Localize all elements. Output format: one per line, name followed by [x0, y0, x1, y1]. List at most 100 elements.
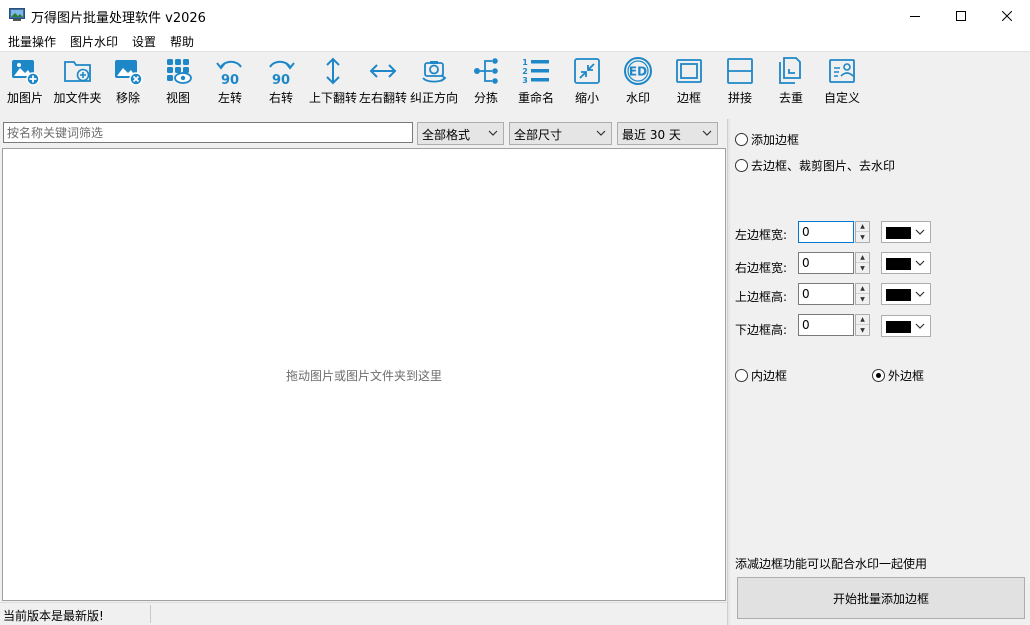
panel-hint: 添减边框功能可以配合水印一起使用 [735, 557, 928, 571]
filter-row: 全部格式 全部尺寸 最近 30 天 [0, 119, 728, 147]
toolbar: 加图片 加文件夹 移除 视图 90 左转 90 右转 上下翻转 左右翻转 纠正方… [0, 51, 1030, 118]
menu-settings[interactable]: 设置 [132, 33, 156, 50]
left-border-stepper[interactable]: ▲ ▼ [855, 221, 870, 243]
outer-border-radio[interactable]: 外边框 [872, 367, 924, 384]
bottom-border-stepper[interactable]: ▲ ▼ [855, 314, 870, 336]
stitch-icon [727, 58, 753, 84]
chevron-down-icon [488, 130, 498, 136]
size-select[interactable]: 全部尺寸 [509, 122, 612, 145]
mode-add-border-radio[interactable]: 添加边框 [735, 131, 799, 148]
chevron-down-icon [596, 130, 606, 136]
search-input[interactable] [3, 122, 413, 143]
bottom-border-color-picker[interactable] [881, 315, 931, 337]
correct-orientation-icon [422, 61, 447, 83]
chevron-down-icon [915, 229, 925, 235]
right-border-color-picker[interactable] [881, 252, 931, 274]
inner-border-radio[interactable]: 内边框 [735, 367, 787, 384]
rotate-left-icon: 90 [216, 60, 242, 86]
dedupe-icon [779, 57, 801, 84]
custom-button[interactable]: 自定义 [822, 52, 862, 112]
custom-icon [829, 59, 855, 83]
outer-border-label: 外边框 [888, 369, 925, 383]
mode-add-border-label: 添加边框 [751, 133, 800, 147]
close-button[interactable] [984, 0, 1030, 31]
radio-dot [735, 159, 748, 172]
left-border-label: 左边框宽: [735, 228, 788, 242]
rotate-right-button[interactable]: 90 右转 [261, 52, 301, 112]
left-border-input[interactable] [798, 221, 854, 243]
stitch-button[interactable]: 拼接 [720, 52, 760, 112]
top-border-stepper[interactable]: ▲ ▼ [855, 283, 870, 305]
shrink-icon [574, 58, 600, 84]
rename-list-icon: 1 2 3 [522, 58, 549, 85]
color-swatch [886, 227, 911, 239]
inner-border-label: 内边框 [751, 369, 788, 383]
svg-text:90: 90 [272, 73, 290, 86]
sort-button[interactable]: 分拣 [466, 52, 506, 112]
shrink-button[interactable]: 缩小 [567, 52, 607, 112]
remove-image-icon [115, 60, 143, 86]
title-bar: 万得图片批量处理软件 v2026 [0, 0, 1030, 31]
format-select-value: 全部格式 [422, 128, 471, 142]
svg-text:90: 90 [221, 73, 239, 86]
add-folder-button[interactable]: 加文件夹 [53, 52, 102, 112]
minimize-button[interactable] [892, 0, 938, 31]
watermark-button[interactable]: ED 水印 [618, 52, 658, 112]
sort-icon [474, 58, 498, 84]
maximize-button[interactable] [938, 0, 984, 31]
top-border-color-picker[interactable] [881, 283, 931, 305]
status-text: 当前版本是最新版! [3, 609, 104, 623]
border-button[interactable]: 边框 [669, 52, 709, 112]
left-border-color-picker[interactable] [881, 221, 931, 243]
start-batch-border-button[interactable]: 开始批量添加边框 [737, 577, 1025, 619]
menu-watermark[interactable]: 图片水印 [70, 33, 118, 50]
menu-help[interactable]: 帮助 [170, 33, 194, 50]
window-title: 万得图片批量处理软件 v2026 [31, 11, 206, 26]
bottom-border-input[interactable] [798, 314, 854, 336]
border-icon [676, 59, 702, 83]
add-folder-icon [63, 61, 91, 82]
view-grid-icon [167, 59, 192, 84]
image-drop-area[interactable]: 拖动图片或图片文件夹到这里 [2, 148, 726, 601]
mode-remove-border-radio[interactable]: 去边框、裁剪图片、去水印 [735, 157, 895, 174]
flip-horizontal-button[interactable]: 左右翻转 [359, 52, 407, 112]
correct-orientation-button[interactable]: 纠正方向 [410, 52, 458, 112]
rotate-right-icon: 90 [269, 60, 295, 86]
remove-button[interactable]: 移除 [108, 52, 148, 112]
svg-text:ED: ED [629, 65, 647, 79]
maximize-icon [956, 10, 966, 21]
radio-dot-selected [872, 369, 885, 382]
size-select-value: 全部尺寸 [514, 128, 563, 142]
date-select[interactable]: 最近 30 天 [617, 122, 718, 145]
radio-dot [735, 369, 748, 382]
chevron-down-icon [915, 323, 925, 329]
svg-text:1: 1 [522, 58, 528, 67]
flip-horizontal-icon [369, 64, 397, 78]
rotate-left-button[interactable]: 90 左转 [210, 52, 250, 112]
radio-dot [735, 133, 748, 146]
rename-button[interactable]: 1 2 3 重命名 [516, 52, 556, 112]
right-border-stepper[interactable]: ▲ ▼ [855, 252, 870, 274]
color-swatch [886, 289, 911, 301]
svg-text:3: 3 [522, 76, 528, 85]
view-button[interactable]: 视图 [158, 52, 198, 112]
close-icon [1002, 10, 1012, 21]
color-swatch [886, 258, 911, 270]
border-settings-panel: 添加边框 去边框、裁剪图片、去水印 左边框宽: ▲▼ 右边框宽: ▲▼ 上边框高… [731, 119, 1030, 625]
right-border-input[interactable] [798, 252, 854, 274]
watermark-icon: ED [624, 57, 652, 85]
mode-remove-border-label: 去边框、裁剪图片、去水印 [751, 159, 896, 173]
menu-batch[interactable]: 批量操作 [8, 33, 56, 50]
status-bar: 当前版本是最新版! [0, 602, 728, 625]
top-border-input[interactable] [798, 283, 854, 305]
dedupe-button[interactable]: 去重 [771, 52, 811, 112]
color-swatch [886, 321, 911, 333]
app-icon [9, 8, 25, 21]
drop-hint: 拖动图片或图片文件夹到这里 [285, 369, 442, 383]
add-image-button[interactable]: 加图片 [5, 52, 45, 112]
panel-splitter[interactable] [727, 119, 730, 625]
format-select[interactable]: 全部格式 [417, 122, 504, 145]
chevron-down-icon [702, 130, 712, 136]
top-border-label: 上边框高: [735, 290, 788, 304]
right-border-label: 右边框宽: [735, 261, 788, 275]
